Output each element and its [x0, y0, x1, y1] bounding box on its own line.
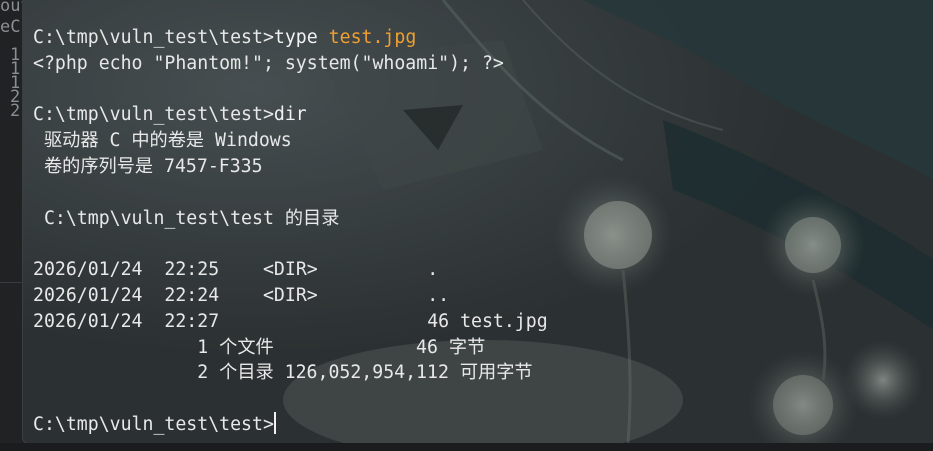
- dir-count-summary: 2 个目录 126,052,954,112 可用字节: [33, 362, 533, 384]
- entry-name: .: [427, 259, 439, 281]
- file-content-line: <?php echo "Phantom!"; system("whoami");…: [33, 52, 504, 74]
- desktop: out eC 1 1 1 2 2: [0, 0, 933, 451]
- entry-date: 2026/01/24: [33, 310, 143, 332]
- entry-type: <DIR>: [262, 284, 318, 306]
- directory-of-line: C:\tmp\vuln_test\test 的目录: [33, 207, 340, 229]
- entry-size: 46: [427, 310, 450, 332]
- prompt-line: C:\tmp\vuln_test\test>dir: [33, 102, 548, 128]
- prompt-line: C:\tmp\vuln_test\test>type test.jpg: [33, 25, 548, 51]
- dir-entry: 2026/01/24 22:25 <DIR> .: [33, 257, 548, 283]
- entry-time: 22:24: [164, 284, 220, 306]
- editor-fragment: out: [0, 0, 22, 16]
- prompt: C:\tmp\vuln_test\test>: [33, 27, 274, 48]
- command-argument: test.jpg: [328, 27, 417, 48]
- dir-entry: 2026/01/24 22:24 <DIR> ..: [33, 283, 548, 309]
- text-cursor[interactable]: [273, 411, 276, 434]
- terminal-output[interactable]: C:\tmp\vuln_test\test>type test.jpg <?php…: [33, 25, 548, 438]
- bottom-edge: [0, 443, 933, 451]
- entry-time: 22:25: [164, 259, 220, 281]
- volume-serial-line: 卷的序列号是 7457-F335: [33, 155, 263, 177]
- prompt: C:\tmp\vuln_test\test>: [33, 104, 274, 126]
- terminal-window[interactable]: C:\tmp\vuln_test\test>type test.jpg <?php…: [22, 0, 933, 444]
- editor-fragment: eC: [0, 17, 21, 37]
- entry-date: 2026/01/24: [33, 259, 143, 281]
- prompt: C:\tmp\vuln_test\test>: [33, 413, 274, 435]
- active-prompt-line: C:\tmp\vuln_test\test>: [33, 411, 548, 438]
- entry-type: <DIR>: [262, 259, 318, 281]
- entry-name: test.jpg: [460, 310, 548, 332]
- entry-name: ..: [427, 284, 450, 306]
- file-count-summary: 1 个文件 46 字节: [33, 336, 486, 358]
- command-dir: dir: [273, 104, 307, 126]
- dir-entry: 2026/01/24 22:27 46 test.jpg: [33, 309, 548, 335]
- command-type: type: [273, 27, 318, 48]
- entry-time: 22:27: [164, 310, 220, 332]
- background-editor-pane: out eC 1 1 1 2 2: [0, 0, 22, 451]
- editor-fragment: 2: [10, 101, 21, 121]
- volume-label-line: 驱动器 C 中的卷是 Windows: [33, 130, 292, 152]
- entry-date: 2026/01/24: [33, 284, 143, 306]
- editor-divider: [0, 282, 22, 283]
